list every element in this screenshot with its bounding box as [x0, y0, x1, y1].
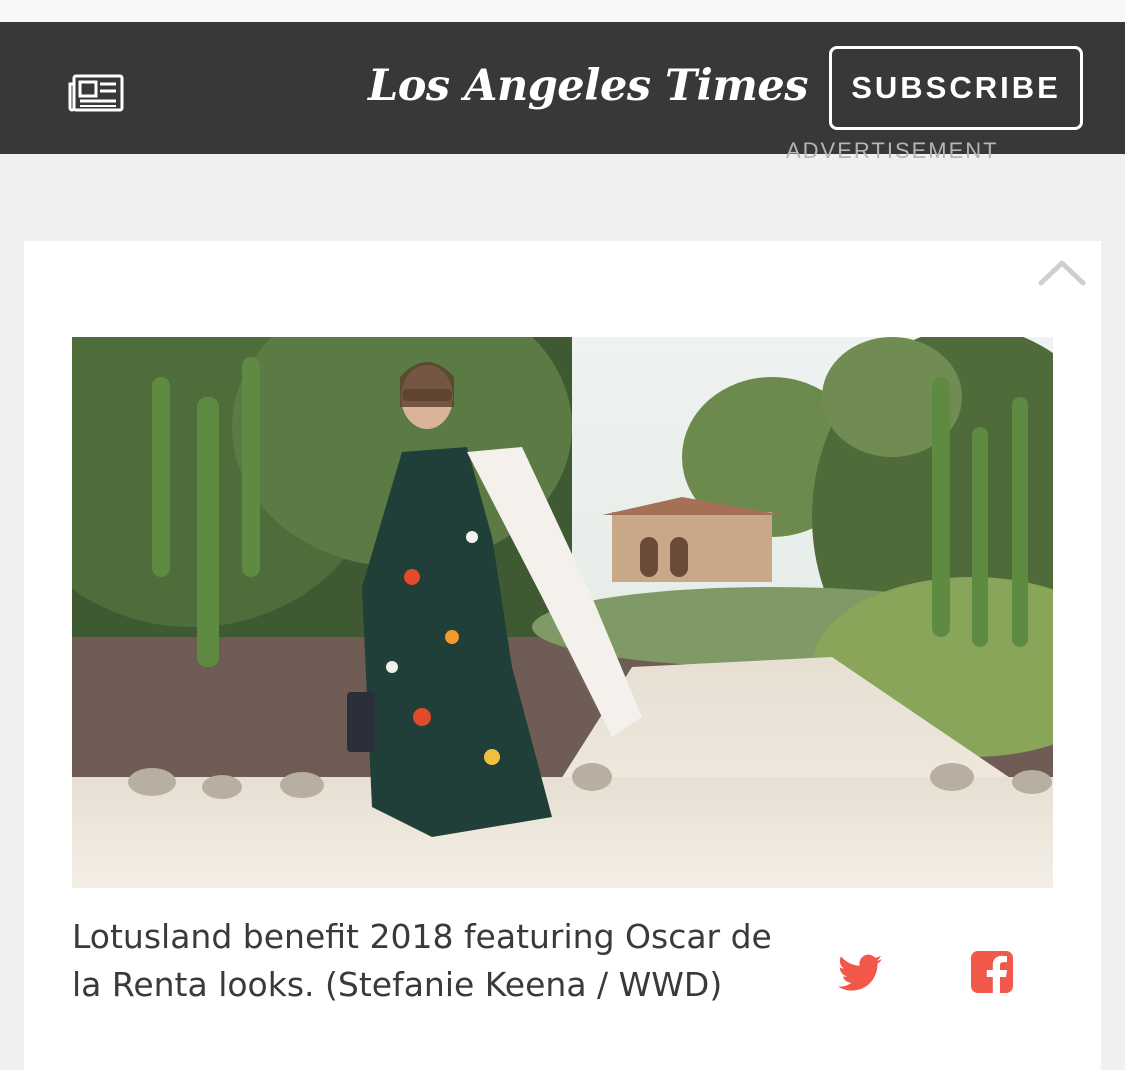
- facebook-icon[interactable]: [970, 950, 1014, 994]
- gallery-photo: [72, 337, 1053, 888]
- gallery-card: Lotusland benefit 2018 featuring Oscar d…: [24, 241, 1101, 1070]
- advertisement-label: ADVERTISEMENT: [786, 138, 999, 163]
- chevron-up-icon[interactable]: [1037, 255, 1087, 289]
- subscribe-button[interactable]: SUBSCRIBE: [829, 46, 1083, 130]
- photo-caption: Lotusland benefit 2018 featuring Oscar d…: [72, 917, 772, 1004]
- status-strip: [0, 0, 1125, 22]
- masthead-logo[interactable]: Los Angeles Times: [368, 56, 808, 116]
- twitter-icon[interactable]: [838, 953, 882, 993]
- site-header: Los Angeles Times SUBSCRIBE: [0, 22, 1125, 154]
- newspaper-icon[interactable]: [68, 74, 124, 112]
